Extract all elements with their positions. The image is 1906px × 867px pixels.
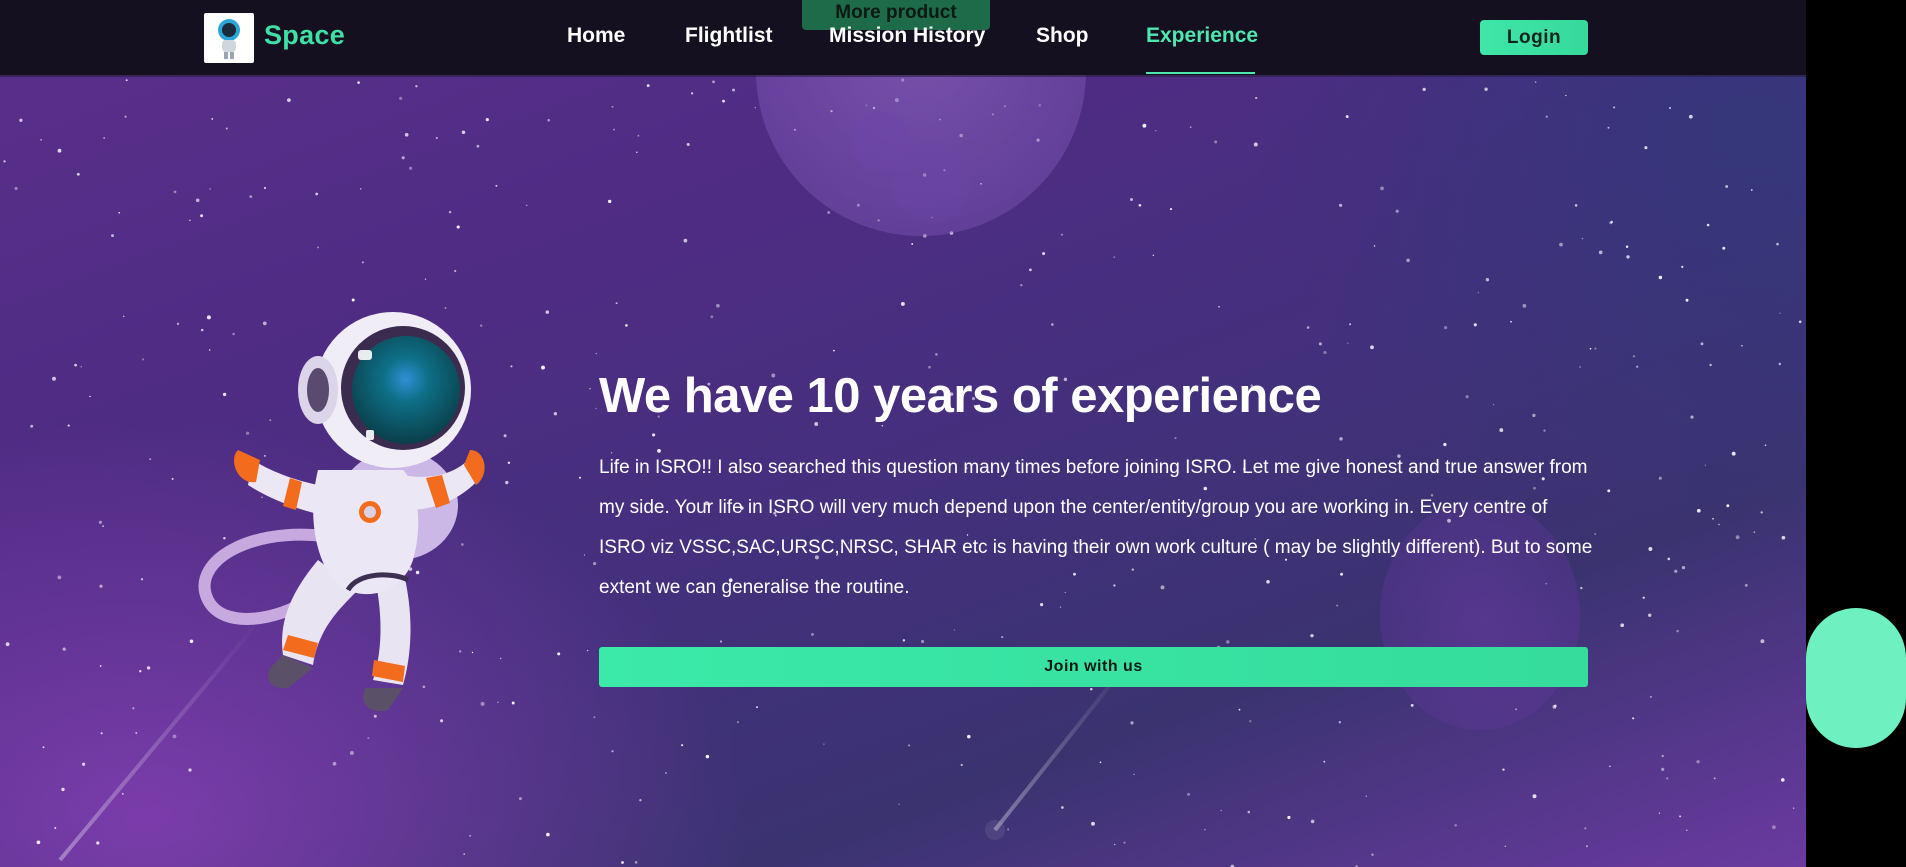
nav-flightlist[interactable]: Flightlist	[685, 24, 773, 48]
join-button[interactable]: Join with us	[599, 647, 1588, 687]
brand-name[interactable]: Space	[264, 20, 345, 51]
nav-shop[interactable]: Shop	[1036, 24, 1089, 48]
active-nav-underline	[1146, 72, 1255, 74]
nav-mission-history[interactable]: Mission History	[829, 24, 985, 48]
login-button[interactable]: Login	[1480, 20, 1588, 55]
page: Space Home Flightlist More product Missi…	[0, 0, 1806, 867]
logo[interactable]	[204, 13, 254, 63]
hero-description: Life in ISRO!! I also searched this ques…	[599, 457, 1593, 598]
astronaut-illustration	[198, 312, 485, 712]
top-navbar: Space Home Flightlist More product Missi…	[0, 0, 1806, 75]
nav-experience[interactable]: Experience	[1146, 24, 1258, 48]
astronaut-logo-icon	[218, 19, 240, 59]
hero-title: We have 10 years of experience	[599, 369, 1322, 423]
nav-home[interactable]: Home	[567, 24, 625, 48]
side-scroll-handle[interactable]	[1806, 608, 1906, 748]
